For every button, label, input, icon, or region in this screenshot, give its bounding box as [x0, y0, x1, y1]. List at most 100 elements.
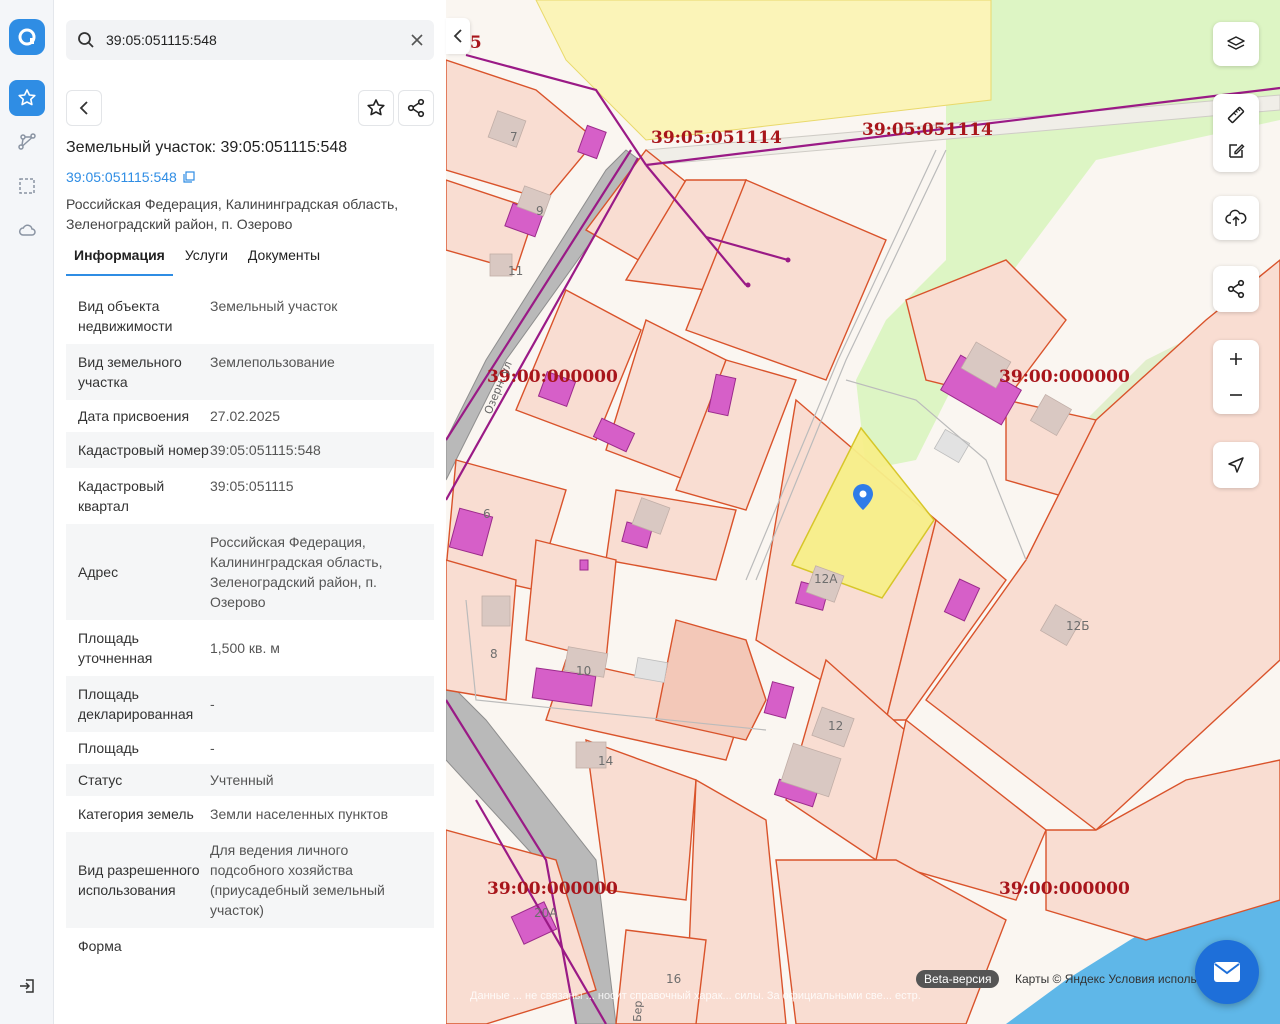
share-map-control: [1213, 266, 1259, 312]
tab-info[interactable]: Информация: [66, 242, 173, 276]
ruler-icon: [1227, 106, 1245, 124]
info-row: Дата присвоения 27.02.2025: [66, 400, 434, 432]
search-icon: [66, 31, 106, 49]
map-disclaimer: Данные ... не связаны ... носит справочн…: [470, 990, 921, 1002]
info-row: Площадь декларированная -: [66, 676, 434, 732]
favorites-star-icon[interactable]: [9, 80, 45, 116]
minus-icon: [1230, 394, 1242, 396]
map-canvas[interactable]: 39:05:051114 39:05:051114 39:00:000000 3…: [446, 0, 1280, 1024]
plus-icon: [1230, 353, 1242, 365]
collapse-panel-button[interactable]: [446, 18, 470, 54]
geolocate-control: [1213, 442, 1259, 488]
copy-icon[interactable]: [183, 171, 195, 183]
house-number: 6: [483, 507, 491, 521]
info-key: Форма: [78, 938, 122, 954]
upload-button[interactable]: [1213, 200, 1259, 236]
info-key: Кадастровый квартал: [78, 478, 165, 514]
edit-button[interactable]: [1213, 133, 1259, 169]
beta-badge: Beta-версия: [916, 970, 1000, 988]
info-value: [210, 936, 422, 956]
info-row: Категория земель Земли населенных пунктов: [66, 796, 434, 832]
info-value: -: [210, 696, 215, 712]
info-value: 27.02.2025: [210, 408, 281, 424]
tab-documents[interactable]: Документы: [240, 242, 328, 276]
share-button[interactable]: [398, 90, 434, 126]
object-title: Земельный участок: 39:05:051115:548: [66, 139, 348, 156]
share-icon: [407, 98, 425, 118]
map-attribution[interactable]: Карты © Яндекс Условия исполь: [1015, 972, 1197, 986]
quarter-label: 39:05:051114: [651, 128, 782, 148]
info-row: Вид разрешенного использования Для ведени…: [66, 832, 434, 928]
info-key: Площадь: [78, 740, 139, 756]
layers-control: [1213, 22, 1259, 66]
zoom-in-button[interactable]: [1213, 341, 1259, 377]
zoom-control: [1213, 340, 1259, 414]
select-area-icon[interactable]: [9, 168, 45, 204]
quarter-label: 39:05:051114: [862, 120, 993, 140]
info-row: Вид земельного участка Землепользование: [66, 344, 434, 400]
add-favorite-button[interactable]: [358, 90, 394, 126]
back-button[interactable]: [66, 90, 102, 126]
zoom-out-button[interactable]: [1213, 377, 1259, 413]
info-value: Землепользование: [210, 354, 335, 370]
info-key: Категория земель: [78, 806, 194, 822]
cloud-icon[interactable]: [9, 212, 45, 248]
info-value: -: [210, 740, 215, 756]
cadastral-map[interactable]: 39:05:051114 39:05:051114 39:00:000000 3…: [446, 0, 1280, 1024]
info-value: 39:05:051115: [210, 478, 294, 494]
tab-services[interactable]: Услуги: [177, 242, 236, 276]
quarter-label: 39:00:000000: [999, 879, 1130, 899]
share-map-button[interactable]: [1213, 271, 1259, 307]
house-number: 20А: [534, 906, 558, 920]
tools-control: [1213, 94, 1259, 172]
info-row: Адрес Российская Федерация, Калининградск…: [66, 524, 434, 620]
info-value: Российская Федерация, Калининградская об…: [210, 534, 383, 610]
search-input[interactable]: [106, 32, 400, 48]
info-key: Статус: [78, 772, 123, 788]
house-number: 11: [508, 264, 523, 278]
search-bar: [66, 20, 434, 60]
quarter-label: 39:00:000000: [999, 367, 1130, 387]
clear-search-icon[interactable]: [400, 34, 434, 46]
info-value: Земельный участок: [210, 298, 338, 314]
info-row: Форма: [66, 928, 434, 964]
info-value: 39:05:051115:548: [210, 442, 321, 458]
object-info-panel: Земельный участок: 39:05:051115:548 39:0…: [54, 0, 446, 1024]
edit-pencil-icon: [1229, 144, 1245, 158]
geolocate-button[interactable]: [1213, 447, 1259, 483]
upload-control: [1213, 196, 1259, 240]
info-key: Площадь уточненная: [78, 630, 153, 666]
app-logo-icon[interactable]: [9, 19, 45, 55]
feedback-mail-button[interactable]: [1195, 940, 1259, 1004]
info-value: Учтенный: [210, 772, 274, 788]
object-address: Российская Федерация, Калининградская об…: [66, 196, 399, 232]
house-number: 16: [666, 972, 681, 986]
layers-button[interactable]: [1213, 26, 1259, 62]
info-row: Статус Учтенный: [66, 764, 434, 796]
layers-icon: [1227, 36, 1245, 50]
house-number: 9: [536, 204, 544, 218]
house-number: 12: [828, 719, 843, 733]
cloud-upload-icon: [1225, 209, 1247, 226]
cadastral-number-text[interactable]: 39:05:051115:548: [66, 169, 177, 185]
ruler-button[interactable]: [1213, 97, 1259, 133]
house-number: 12Б: [1066, 619, 1090, 633]
info-key: Дата присвоения: [78, 408, 190, 424]
info-key: Вид земельного участка: [78, 354, 182, 390]
route-nodes-icon[interactable]: [9, 124, 45, 160]
chevron-left-icon: [453, 29, 462, 43]
info-key: Вид объекта недвижимости: [78, 298, 173, 334]
info-row: Вид объекта недвижимости Земельный участо…: [66, 288, 434, 344]
info-key: Вид разрешенного использования: [78, 862, 200, 898]
house-number: 14: [598, 754, 613, 768]
info-row: Площадь -: [66, 732, 434, 764]
info-row: Кадастровый квартал 39:05:051115: [66, 468, 434, 524]
info-key: Адрес: [78, 564, 119, 580]
tabs: Информация Услуги Документы: [66, 242, 332, 276]
cadastral-number-link[interactable]: 39:05:051115:548: [66, 169, 195, 185]
info-key: Кадастровый номер: [78, 442, 209, 458]
house-number: 10: [576, 664, 591, 678]
house-number: 12А: [814, 572, 838, 586]
logout-icon[interactable]: [9, 968, 45, 1004]
left-rail: [0, 0, 54, 1024]
